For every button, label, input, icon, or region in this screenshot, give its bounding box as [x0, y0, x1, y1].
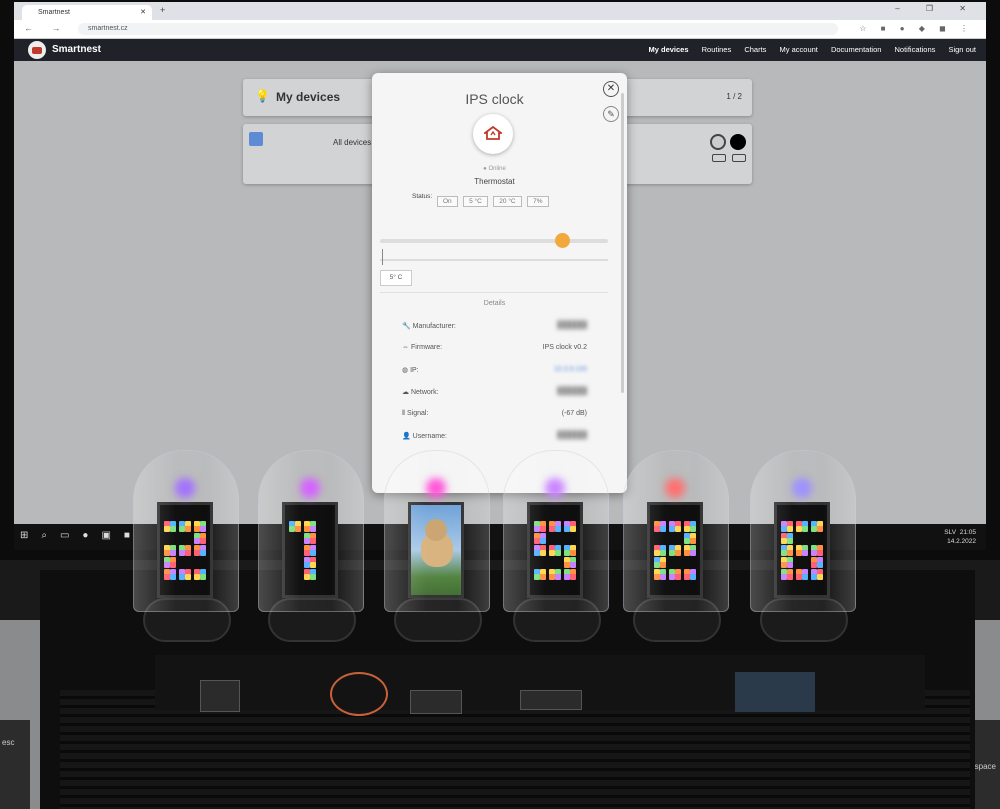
clock-tube — [503, 450, 609, 642]
detail-row: ◍ IP: 10.3.9.100 — [402, 366, 587, 374]
detail-label: Username: — [412, 433, 447, 440]
clock-tube — [133, 450, 239, 642]
status-label: Status: — [412, 193, 433, 200]
clock-tube — [258, 450, 364, 642]
detail-value: ██████ — [557, 432, 587, 439]
all-devices-label[interactable]: All devices — [333, 138, 371, 147]
browser-tab[interactable]: Smartnest ✕ — [22, 5, 152, 20]
online-status: ● Online — [483, 166, 506, 172]
glass-dome — [384, 450, 490, 612]
dark-theme-swatch[interactable] — [730, 134, 746, 150]
detail-icon: ⇔ — [402, 344, 411, 351]
window-controls[interactable]: – ❐ ✕ — [895, 4, 978, 13]
space-key-label: space — [974, 762, 996, 771]
detail-value: 10.3.9.100 — [553, 366, 587, 373]
detail-icon: ◍ — [402, 367, 411, 374]
detail-value: ██████ — [557, 322, 587, 329]
nav-charts[interactable]: Charts — [744, 45, 766, 54]
nav-notifications[interactable]: Notifications — [895, 45, 936, 54]
nav-my-devices[interactable]: My devices — [649, 45, 689, 54]
glass-dome — [258, 450, 364, 612]
detail-value: (-67 dB) — [561, 410, 587, 417]
detail-label: Manufacturer: — [412, 323, 456, 330]
close-tab-icon[interactable]: ✕ — [140, 5, 146, 20]
ic-chip — [520, 690, 582, 710]
detail-value: ██████ — [557, 388, 587, 395]
temperature-marker — [382, 249, 383, 265]
monitor-screen: Smartnest ✕ + – ❐ ✕ ← → ↻ smartnest.cz ☆ … — [14, 2, 986, 524]
browser-tab-bar: Smartnest ✕ + – ❐ ✕ — [14, 2, 986, 20]
clock-tube — [384, 450, 490, 642]
clock-tube — [750, 450, 856, 642]
detail-row: ☁ Network: ██████ — [402, 388, 587, 396]
coin-battery — [330, 672, 388, 716]
detail-label: Signal: — [407, 410, 429, 417]
swatch-toggle[interactable] — [732, 154, 746, 162]
nav-routines[interactable]: Routines — [702, 45, 732, 54]
clock-tube — [623, 450, 729, 642]
glass-dome — [750, 450, 856, 612]
temperature-track — [380, 259, 608, 261]
smartnest-logo[interactable] — [28, 41, 46, 59]
esc-key — [0, 720, 30, 809]
status-chip[interactable]: On — [437, 196, 458, 207]
nav-my-account[interactable]: My account — [780, 45, 818, 54]
clock-time: 21:05 — [959, 529, 976, 536]
new-tab-icon[interactable]: + — [160, 5, 165, 15]
edit-icon[interactable]: ✎ — [603, 106, 619, 122]
extension-icons[interactable]: ☆ ■ ● ◆ ◼ ⋮ — [859, 24, 974, 33]
nav-documentation[interactable]: Documentation — [831, 45, 881, 54]
status-chips: On 5 °C 20 °C 7% — [437, 190, 550, 208]
detail-row: ⇔ Firmware: IPS clock v0.2 — [402, 344, 587, 351]
status-chip[interactable]: 5 °C — [463, 196, 488, 207]
clock-date: 14.2.2022 — [947, 538, 976, 545]
thermostat-button[interactable] — [473, 114, 513, 154]
tab-title: Smartnest — [38, 9, 70, 16]
pagination[interactable]: 1 / 2 — [726, 92, 742, 101]
device-type: Thermostat — [474, 177, 515, 186]
glass-dome — [503, 450, 609, 612]
grid-icon[interactable] — [249, 132, 263, 146]
status-chip[interactable]: 7% — [527, 196, 549, 207]
glass-dome — [133, 450, 239, 612]
detail-label: Firmware: — [410, 344, 443, 351]
address-bar: ← → ↻ smartnest.cz ☆ ■ ● ◆ ◼ ⋮ — [14, 20, 986, 39]
divider — [380, 292, 608, 293]
bulb-icon: 💡 — [255, 89, 270, 103]
system-tray[interactable]: SLV 21:05 14.2.2022 — [944, 528, 976, 546]
modal-title: IPS clock — [465, 91, 524, 107]
detail-value: IPS clock v0.2 — [542, 344, 587, 351]
swatch-toggle[interactable] — [712, 154, 726, 162]
detail-row: ⦀ Signal: (-67 dB) — [402, 410, 587, 418]
modal-scrollbar[interactable] — [621, 93, 624, 393]
site-header: Smartnest My devices Routines Charts My … — [14, 39, 986, 61]
temperature-readout: 5° C — [380, 270, 412, 286]
glass-dome — [623, 450, 729, 612]
status-chip[interactable]: 20 °C — [493, 196, 522, 207]
details-header: Details — [483, 300, 506, 307]
device-modal: ✕ ✎ IPS clock ● Online Thermostat Status… — [372, 73, 627, 493]
taskbar-icons[interactable]: ⊞⌕▭●▣■ — [20, 530, 143, 541]
language-indicator[interactable]: SLV — [944, 529, 956, 536]
detail-row: 🔧 Manufacturer: ██████ — [402, 322, 587, 330]
detail-icon: 🔧 — [402, 323, 413, 330]
site-nav: My devices Routines Charts My account Do… — [638, 45, 977, 54]
detail-icon: 👤 — [402, 433, 413, 440]
detail-icon: ☁ — [402, 389, 411, 396]
ic-chip — [410, 690, 462, 714]
url-field[interactable]: smartnest.cz — [78, 23, 838, 35]
wifi-module — [735, 672, 815, 712]
slider-knob[interactable] — [555, 233, 571, 248]
usb-port — [200, 680, 240, 712]
page-title: My devices — [276, 90, 341, 104]
light-theme-swatch[interactable] — [710, 134, 726, 150]
setpoint-slider[interactable] — [380, 233, 608, 248]
brand-name[interactable]: Smartnest — [52, 44, 101, 55]
home-icon — [484, 126, 502, 140]
nav-sign-out[interactable]: Sign out — [948, 45, 976, 54]
esc-key-label: esc — [2, 738, 15, 747]
detail-label: Network: — [410, 389, 439, 396]
detail-row: 👤 Username: ██████ — [402, 432, 587, 440]
detail-label: IP: — [410, 367, 419, 374]
